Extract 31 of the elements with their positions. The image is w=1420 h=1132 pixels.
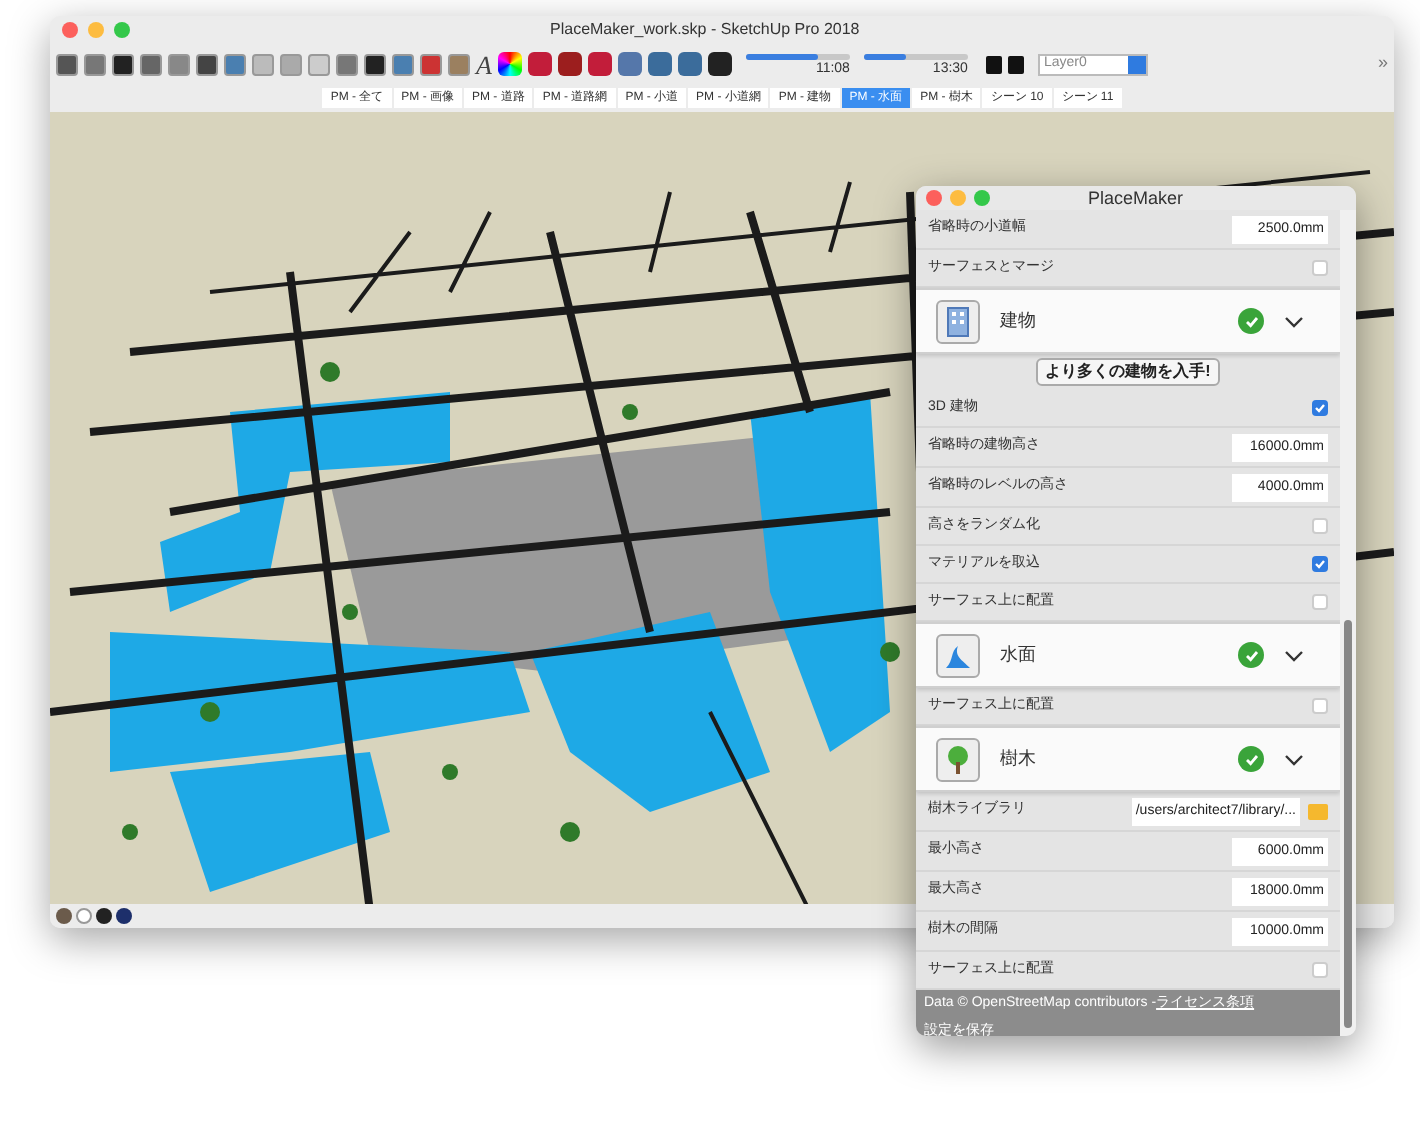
chevron-icon[interactable] (1284, 753, 1304, 765)
section-title: 建物 (1000, 307, 1038, 334)
checkbox[interactable] (1312, 962, 1328, 978)
checkbox[interactable] (1312, 594, 1328, 610)
text-tool-button[interactable]: A (476, 51, 492, 77)
color-wheel-icon[interactable] (497, 52, 522, 76)
section-header[interactable]: 建物 (916, 288, 1340, 354)
chevron-icon[interactable] (1284, 315, 1304, 327)
help-icon[interactable] (116, 908, 132, 924)
checkbox[interactable] (1312, 400, 1328, 416)
checkbox[interactable] (1312, 698, 1328, 714)
checkbox[interactable] (1312, 260, 1328, 276)
checkbox[interactable] (1312, 556, 1328, 572)
checkbox[interactable] (1312, 518, 1328, 534)
close-button[interactable] (926, 190, 942, 206)
section-title: 樹木 (1000, 745, 1038, 772)
window-title: PlaceMaker_work.skp - SketchUp Pro 2018 (550, 18, 860, 42)
chevron-icon[interactable] (1284, 649, 1304, 661)
globe-icon[interactable] (56, 908, 72, 924)
person-icon[interactable] (96, 908, 112, 924)
building-icon (942, 305, 974, 337)
section-title: 水面 (1000, 641, 1038, 668)
close-button[interactable] (62, 22, 78, 38)
scrollbar-thumb[interactable] (1344, 620, 1352, 1028)
section-header[interactable]: 樹木 (916, 726, 1340, 792)
dropdown-caret-icon (1127, 55, 1146, 73)
tree-icon (942, 743, 974, 775)
overflow-button[interactable]: » (1377, 50, 1388, 78)
get-buildings-button[interactable]: より多くの建物を入手! (1035, 358, 1221, 386)
section-header[interactable]: 水面 (916, 622, 1340, 688)
panel-title: PlaceMaker (1088, 186, 1184, 212)
